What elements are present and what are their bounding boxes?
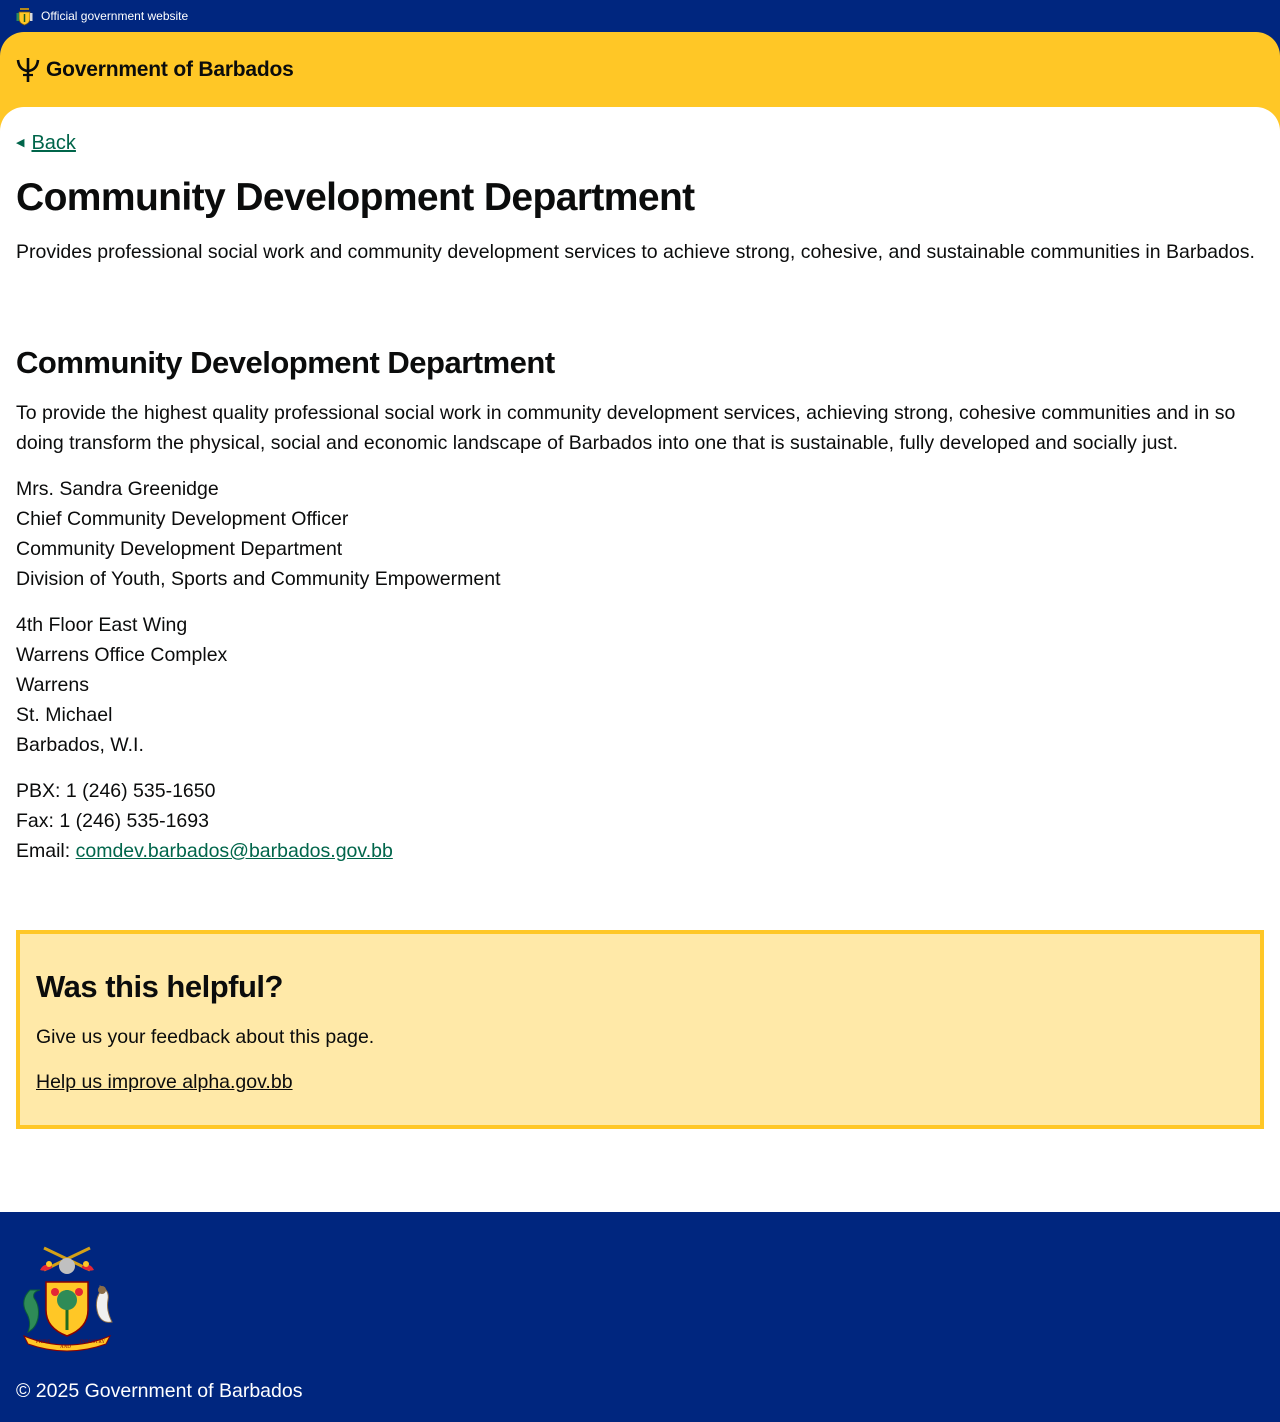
- phone-number: PBX: 1 (246) 535-1650: [16, 780, 216, 802]
- postal-address: 4th Floor East Wing Warrens Office Compl…: [16, 610, 227, 760]
- back-link[interactable]: ◀ Back: [16, 132, 76, 155]
- contact-role: Chief Community Development Officer: [16, 508, 349, 530]
- official-banner: Official government website: [0, 0, 1280, 32]
- section-heading: Community Development Department: [16, 345, 555, 380]
- email-label: Email:: [16, 840, 71, 862]
- contact-person: Mrs. Sandra Greenidge Chief Community De…: [16, 474, 500, 594]
- trident-icon: [16, 58, 40, 82]
- fax-number: Fax: 1 (246) 535-1693: [16, 810, 209, 832]
- official-website-text: Official government website: [41, 9, 189, 23]
- copyright-text: © 2025 Government of Barbados: [16, 1380, 303, 1402]
- feedback-text: Give us your feedback about this page.: [36, 1026, 375, 1048]
- feedback-link[interactable]: Help us improve alpha.gov.bb: [36, 1067, 293, 1097]
- email-link[interactable]: comdev.barbados@barbados.gov.bb: [76, 840, 393, 862]
- feedback-title: Was this helpful?: [36, 969, 283, 1004]
- address-line: 4th Floor East Wing: [16, 614, 188, 636]
- site-name: Government of Barbados: [46, 58, 294, 81]
- svg-text:INDUSTRY: INDUSTRY: [80, 1340, 105, 1345]
- feedback-panel: Was this helpful? Give us your feedback …: [16, 930, 1264, 1129]
- address-line: Warrens Office Complex: [16, 644, 228, 666]
- back-link-label: Back: [31, 132, 76, 154]
- contact-name: Mrs. Sandra Greenidge: [16, 478, 219, 500]
- coat-of-arms-icon: PRIDE AND INDUSTRY: [22, 1246, 113, 1352]
- contact-department: Community Development Department: [16, 538, 343, 560]
- address-line: Barbados, W.I.: [16, 734, 144, 756]
- coat-of-arms-icon: [16, 7, 33, 25]
- site-footer: PRIDE AND INDUSTRY © 2025 Government of …: [0, 1212, 1280, 1422]
- address-line: Warrens: [16, 674, 89, 696]
- svg-text:PRIDE: PRIDE: [36, 1340, 50, 1345]
- page-title: Community Development Department: [16, 176, 695, 219]
- home-link[interactable]: Government of Barbados: [16, 57, 294, 83]
- address-line: St. Michael: [16, 704, 113, 726]
- mission-statement: To provide the highest quality professio…: [16, 402, 1236, 454]
- contact-numbers: PBX: 1 (246) 535-1650 Fax: 1 (246) 535-1…: [16, 776, 393, 866]
- svg-text:AND: AND: [60, 1345, 71, 1350]
- arrow-left-icon: ◀: [16, 137, 25, 149]
- main-content: ◀ Back Community Development Department …: [0, 107, 1280, 1212]
- contact-division: Division of Youth, Sports and Community …: [16, 568, 501, 590]
- email-row: Email: comdev.barbados@barbados.gov.bb: [16, 836, 393, 866]
- page-lede: Provides professional social work and co…: [16, 241, 1255, 263]
